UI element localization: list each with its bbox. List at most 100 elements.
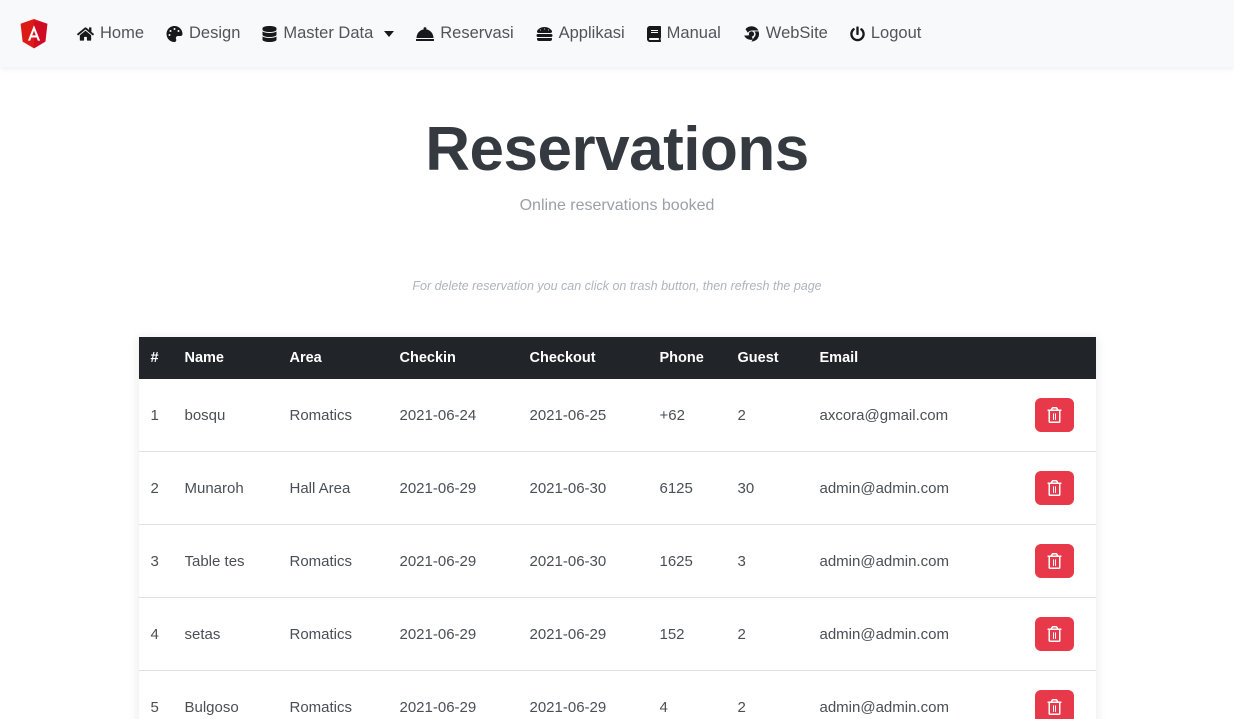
cell-phone: 6125 — [659, 451, 738, 525]
page-content: Reservations Online reservations booked … — [0, 67, 1234, 719]
cell-name: setas — [184, 597, 290, 671]
cell-guest: 3 — [737, 524, 820, 598]
delete-reservation-button[interactable] — [1034, 690, 1074, 719]
column-header-checkin: Checkin — [399, 337, 530, 380]
cell-checkin: 2021-06-29 — [399, 670, 530, 719]
nav-item-home[interactable]: Home — [66, 14, 155, 54]
nav-item-label: Master Data — [283, 24, 374, 42]
nav-item-reservasi[interactable]: Reservasi — [405, 14, 524, 54]
cell-checkin: 2021-06-24 — [399, 406, 477, 424]
trash-icon — [1047, 699, 1062, 716]
table-row: 4 setas Romatics 2021-06-29 2021-06-29 152 2 ad… — [138, 597, 1096, 671]
cell-guest: 30 — [737, 451, 820, 525]
cell-checkin: 2021-06-29 — [399, 451, 530, 525]
cell-phone: 4 — [659, 670, 738, 719]
nav-item-label: Design — [189, 24, 241, 42]
cell-index: 5 — [138, 670, 185, 719]
cell-area: Romatics — [289, 406, 353, 424]
cell-checkout: 2021-06-29 — [529, 670, 660, 719]
cell-email: axcora@gmail.com — [819, 406, 949, 424]
delete-reservation-button[interactable] — [1034, 471, 1074, 506]
hamburger-icon — [536, 26, 553, 42]
cell-area: Romatics — [289, 597, 400, 671]
column-header-name: Name — [184, 337, 290, 380]
cell-name: bosqu — [184, 406, 226, 424]
reservations-table-container: # Name Area Checkin Checkout Phone Guest… — [138, 337, 1096, 719]
nav-item-design[interactable]: Design — [155, 14, 251, 54]
power-icon — [850, 26, 865, 42]
cell-index: 3 — [138, 524, 185, 598]
column-header-checkout: Checkout — [529, 337, 660, 380]
column-header-index: # — [138, 337, 185, 380]
palette-icon — [166, 25, 183, 42]
main-navbar: Home Design Master Data Reservasi Applik… — [0, 0, 1234, 67]
nav-item-label: Logout — [870, 24, 922, 42]
cell-checkout: 2021-06-29 — [529, 597, 660, 671]
cell-phone: 152 — [659, 597, 738, 671]
nav-item-applikasi[interactable]: Applikasi — [525, 14, 636, 54]
cell-actions — [1034, 524, 1096, 598]
brand-logo-link[interactable] — [20, 18, 48, 49]
trash-icon — [1047, 480, 1062, 497]
nav-item-label: WebSite — [765, 24, 828, 42]
table-row: 3 Table tes Romatics 2021-06-29 2021-06-30 16… — [138, 524, 1096, 598]
cell-phone: 1625 — [659, 524, 738, 598]
cell-name: Munaroh — [184, 451, 290, 525]
cell-email: admin@admin.com — [819, 524, 1035, 598]
column-header-area: Area — [289, 337, 400, 380]
cell-guest: 2 — [737, 670, 820, 719]
table-body: 1 bosqu Romatics 2021-06-24 2021-06-25 +62 2 ax… — [138, 379, 1096, 719]
nav-item-label: Reservasi — [440, 24, 514, 42]
table-row: 1 bosqu Romatics 2021-06-24 2021-06-25 +62 2 ax… — [139, 379, 1096, 452]
food-dome-icon — [416, 26, 435, 42]
column-header-phone: Phone — [659, 337, 738, 380]
chevron-down-icon[interactable] — [384, 30, 395, 37]
trash-icon — [1047, 626, 1062, 643]
angular-logo — [20, 18, 48, 49]
cell-index: 4 — [138, 597, 185, 671]
cell-checkout: 2021-06-25 — [529, 406, 607, 424]
nav-item-master-data[interactable]: Master Data — [251, 14, 405, 54]
nav-item-logout[interactable]: Logout — [839, 14, 932, 54]
cell-email: admin@admin.com — [819, 597, 1035, 671]
table-row: 2 Munaroh Hall Area 2021-06-29 2021-06-30 612… — [138, 451, 1096, 525]
cell-guest: 2 — [737, 597, 820, 671]
table-head: # Name Area Checkin Checkout Phone Guest… — [138, 337, 1096, 380]
delete-reservation-button[interactable] — [1034, 617, 1074, 652]
nav-item-manual[interactable]: Manual — [636, 14, 732, 54]
cell-actions — [1034, 451, 1096, 525]
cell-name: Bulgoso — [184, 670, 290, 719]
cell-checkin: 2021-06-29 — [399, 597, 530, 671]
cell-area: Hall Area — [289, 451, 400, 525]
table-row: 5 Bulgoso Romatics 2021-06-29 2021-06-29 4 2 ad… — [138, 670, 1096, 719]
nav-item-label: Manual — [666, 24, 721, 42]
delete-hint-text: For delete reservation you can click on … — [412, 279, 822, 294]
column-header-actions — [1034, 337, 1096, 380]
cell-checkin: 2021-06-29 — [399, 524, 530, 598]
book-icon — [646, 25, 661, 42]
cell-actions — [1034, 597, 1096, 671]
page-title: Reservations — [425, 115, 809, 184]
cell-phone: +62 — [659, 406, 685, 424]
delete-reservation-button[interactable] — [1034, 398, 1074, 433]
cell-email: admin@admin.com — [819, 670, 1035, 719]
cell-index: 2 — [138, 451, 185, 525]
page-subtitle: Online reservations booked — [519, 197, 715, 215]
cell-area: Romatics — [289, 524, 400, 598]
trash-icon — [1047, 407, 1062, 424]
reservations-table: # Name Area Checkin Checkout Phone Guest… — [138, 337, 1096, 719]
nav-item-website[interactable]: WebSite — [732, 14, 839, 54]
cell-name: Table tes — [184, 524, 290, 598]
cell-checkout: 2021-06-30 — [529, 451, 660, 525]
trash-icon — [1047, 553, 1062, 570]
cell-area: Romatics — [289, 670, 400, 719]
column-header-guest: Guest — [737, 337, 820, 380]
navbar-items: Home Design Master Data Reservasi Applik… — [66, 14, 932, 54]
cell-checkout: 2021-06-30 — [529, 524, 660, 598]
nav-item-label: Applikasi — [558, 24, 625, 42]
delete-reservation-button[interactable] — [1034, 544, 1074, 579]
column-header-email: Email — [819, 337, 1035, 380]
chrome-icon — [743, 25, 760, 42]
table-header-row: # Name Area Checkin Checkout Phone Guest… — [138, 337, 1096, 380]
home-icon — [77, 26, 94, 42]
